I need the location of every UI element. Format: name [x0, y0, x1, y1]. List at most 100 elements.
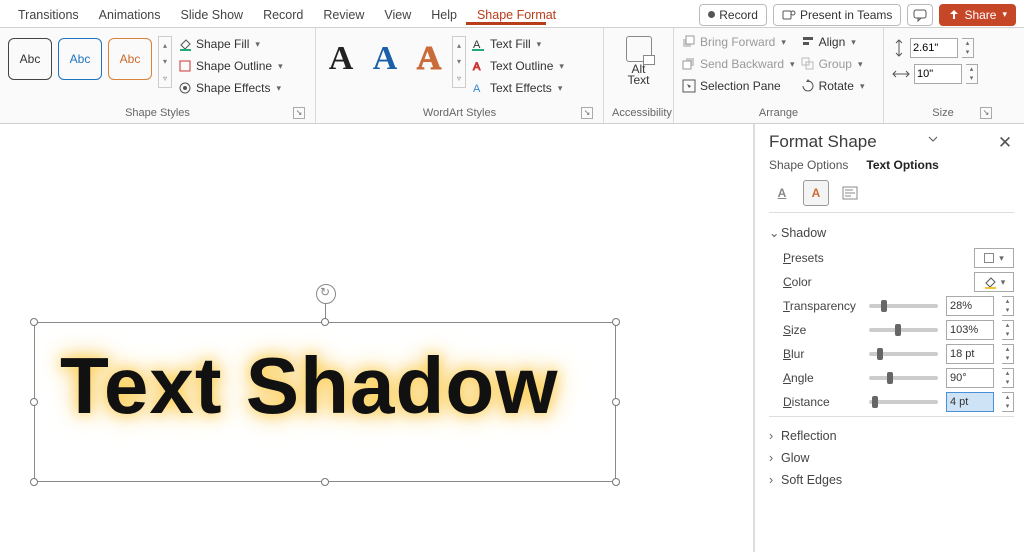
blur-slider[interactable]: [869, 352, 938, 356]
effects-icon: [178, 81, 192, 95]
tab-help[interactable]: Help: [421, 5, 467, 25]
transparency-spinner[interactable]: ▴▾: [1002, 296, 1014, 316]
distance-value[interactable]: 4 pt: [946, 392, 994, 412]
wordart-preset-3[interactable]: A: [412, 40, 446, 78]
tab-record[interactable]: Record: [253, 5, 313, 25]
section-reflection[interactable]: Reflection: [769, 425, 1014, 447]
section-soft-edges[interactable]: Soft Edges: [769, 469, 1014, 491]
distance-slider[interactable]: [869, 400, 938, 404]
icon-tab-text-effects[interactable]: A: [803, 180, 829, 206]
transparency-slider[interactable]: [869, 304, 938, 308]
comments-button[interactable]: [907, 4, 933, 26]
resize-handle-tm[interactable]: [321, 318, 329, 326]
prop-size: Size 103% ▴▾: [783, 320, 1014, 340]
tab-shape-options[interactable]: Shape Options: [769, 158, 848, 172]
group-button[interactable]: Group▾: [801, 54, 865, 74]
section-shadow[interactable]: Shadow: [769, 221, 1014, 244]
shape-outline-button[interactable]: Shape Outline ▾: [178, 56, 283, 76]
selection-box[interactable]: [34, 322, 616, 482]
rotate-button[interactable]: Rotate▾: [801, 76, 865, 96]
width-spinner[interactable]: ▴▾: [966, 64, 978, 84]
presets-label: Presets: [783, 251, 861, 265]
tab-animations[interactable]: Animations: [89, 5, 171, 25]
align-button[interactable]: Align▾: [801, 32, 865, 52]
resize-handle-tr[interactable]: [612, 318, 620, 326]
slide-canvas[interactable]: Text Shadow: [0, 124, 754, 552]
send-backward-button[interactable]: Send Backward▾: [682, 54, 795, 74]
style-preset-3[interactable]: Abc: [108, 38, 152, 80]
blur-value[interactable]: 18 pt: [946, 344, 994, 364]
group-wordart-styles: A A A ▴▾▿ A Text Fill▾ A Text Outline▾ A…: [316, 28, 604, 123]
style-gallery-more[interactable]: ▴▾▿: [158, 36, 172, 88]
prop-presets: Presets ▾: [783, 248, 1014, 268]
transparency-label: Transparency: [783, 299, 861, 313]
resize-handle-bl[interactable]: [30, 478, 38, 486]
tab-transitions[interactable]: Transitions: [8, 5, 89, 25]
shape-effects-label: Shape Effects: [196, 81, 271, 95]
record-button[interactable]: Record: [699, 4, 767, 26]
size-spinner[interactable]: ▴▾: [1002, 320, 1014, 340]
shape-styles-dialog-launcher[interactable]: ↘: [293, 107, 305, 119]
wordart-preset-2[interactable]: A: [368, 40, 402, 78]
teams-label: Present in Teams: [800, 8, 893, 22]
height-spinner[interactable]: ▴▾: [962, 38, 974, 58]
alt-text-button[interactable]: Alt Text: [619, 36, 659, 86]
shape-effects-button[interactable]: Shape Effects▾: [178, 78, 283, 98]
pane-close-button[interactable]: ✕: [996, 133, 1014, 151]
chevron-down-icon: ▾: [278, 61, 283, 72]
svg-text:A: A: [473, 83, 481, 95]
wordart-gallery-more[interactable]: ▴▾▿: [452, 36, 466, 88]
icon-tab-text-fill[interactable]: A: [769, 180, 795, 206]
tab-text-options[interactable]: Text Options: [866, 158, 938, 172]
icon-tab-textbox[interactable]: [837, 180, 863, 206]
resize-handle-br[interactable]: [612, 478, 620, 486]
resize-handle-bm[interactable]: [321, 478, 329, 486]
angle-value[interactable]: 90°: [946, 368, 994, 388]
text-fill-button[interactable]: A Text Fill▾: [472, 34, 564, 54]
shape-outline-label: Shape Outline: [196, 59, 272, 73]
shape-fill-button[interactable]: Shape Fill▾: [178, 34, 283, 54]
text-fill-icon: A: [472, 37, 486, 51]
present-in-teams-button[interactable]: Present in Teams: [773, 4, 902, 26]
selection-pane-button[interactable]: Selection Pane: [682, 76, 795, 96]
send-backward-icon: [682, 57, 696, 71]
size-value[interactable]: 103%: [946, 320, 994, 340]
group-size-label: Size ↘: [892, 107, 994, 121]
size-dialog-launcher[interactable]: ↘: [980, 107, 992, 119]
section-glow[interactable]: Glow: [769, 447, 1014, 469]
color-button[interactable]: ▾: [974, 272, 1014, 292]
style-preset-1[interactable]: Abc: [8, 38, 52, 80]
pane-options-button[interactable]: [927, 133, 945, 151]
pencil-outline-icon: [178, 59, 192, 73]
rotate-handle[interactable]: [316, 284, 336, 304]
blur-spinner[interactable]: ▴▾: [1002, 344, 1014, 364]
text-outline-button[interactable]: A Text Outline▾: [472, 56, 564, 76]
resize-handle-ml[interactable]: [30, 398, 38, 406]
chevron-down-icon: ▾: [1002, 9, 1007, 20]
tab-view[interactable]: View: [374, 5, 421, 25]
chevron-down-icon: ▾: [781, 37, 786, 48]
wordart-dialog-launcher[interactable]: ↘: [581, 107, 593, 119]
transparency-value[interactable]: 28%: [946, 296, 994, 316]
resize-handle-mr[interactable]: [612, 398, 620, 406]
angle-slider[interactable]: [869, 376, 938, 380]
align-label: Align: [819, 35, 846, 49]
text-effects-label: Text Effects: [490, 81, 552, 95]
style-preset-2[interactable]: Abc: [58, 38, 102, 80]
angle-spinner[interactable]: ▴▾: [1002, 368, 1014, 388]
size-slider[interactable]: [869, 328, 938, 332]
group-arrange-label: Arrange: [682, 107, 875, 121]
share-button[interactable]: Share ▾: [939, 4, 1016, 26]
height-input[interactable]: [910, 38, 958, 58]
tab-review[interactable]: Review: [313, 5, 374, 25]
align-icon: [801, 35, 815, 49]
distance-spinner[interactable]: ▴▾: [1002, 392, 1014, 412]
text-effects-button[interactable]: A Text Effects▾: [472, 78, 564, 98]
resize-handle-tl[interactable]: [30, 318, 38, 326]
bring-forward-button[interactable]: Bring Forward▾: [682, 32, 795, 52]
width-input[interactable]: [914, 64, 962, 84]
presets-button[interactable]: ▾: [974, 248, 1014, 268]
workspace: Text Shadow Format Shape ✕ Shape Options…: [0, 124, 1024, 552]
tab-slide-show[interactable]: Slide Show: [171, 5, 254, 25]
wordart-preset-1[interactable]: A: [324, 40, 358, 78]
